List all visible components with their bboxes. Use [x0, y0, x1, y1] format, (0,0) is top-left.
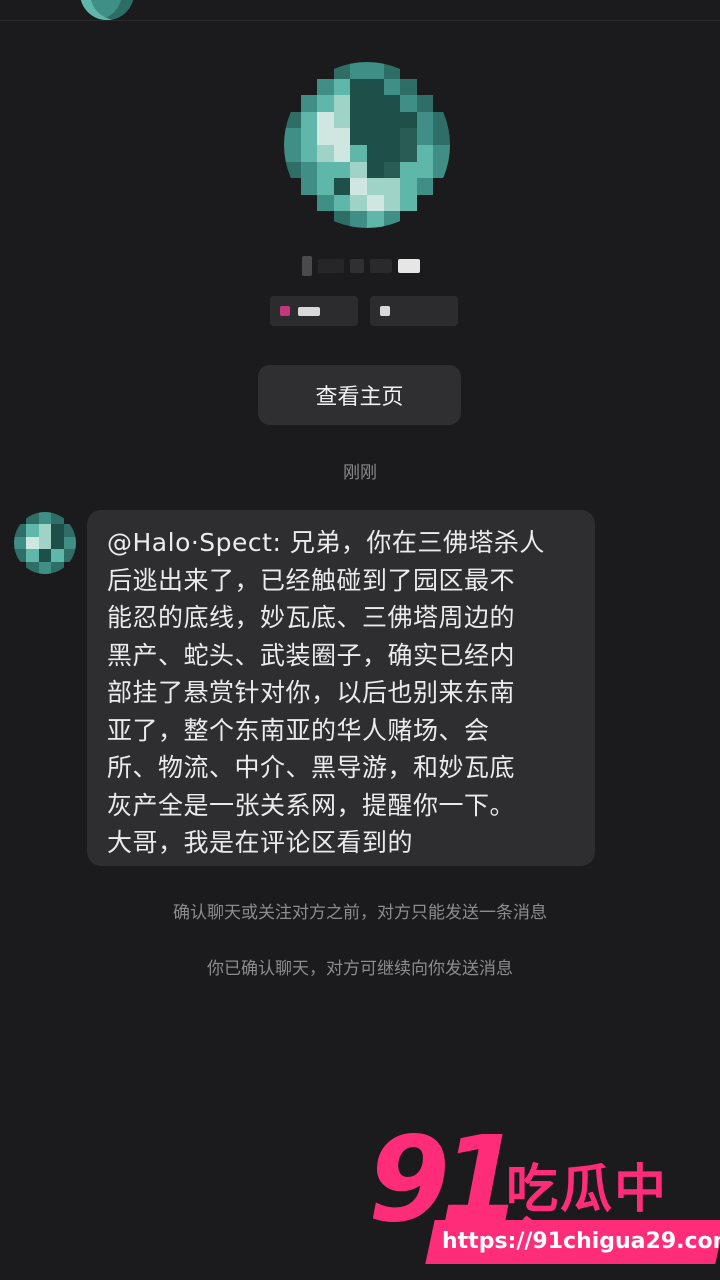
profile-avatar[interactable]	[284, 62, 450, 228]
tag-badge	[270, 296, 358, 326]
badge-dot-icon	[280, 306, 290, 316]
notice-confirm-before: 确认聊天或关注对方之前，对方只能发送一条消息	[173, 903, 547, 923]
blurred-tags	[270, 296, 458, 326]
message-bubble[interactable]: @Halo·Spect: 兄弟，你在三佛塔杀人 后逃出来了，已经触碰到了园区最不能…	[87, 510, 595, 866]
message-timestamp: 刚刚	[343, 463, 377, 483]
watermark-url: https://91chigua29.com	[425, 1220, 720, 1264]
message-line: 灰产全是一张关系网，提醒你一下。	[107, 790, 516, 820]
message-line: 能忍的底线，妙瓦底、三佛塔周边的	[107, 603, 516, 632]
message-line: 大哥，我是在评论区看到的	[107, 828, 414, 857]
watermark-logo: 91 吃瓜中心 https://91chigua29.com	[366, 1120, 720, 1280]
top-divider	[0, 20, 720, 21]
sender-avatar[interactable]	[14, 512, 76, 574]
message-line: 后逃出来了，已经触碰到了园区最不	[107, 565, 516, 595]
watermark-url-text: https://91chigua29.com	[442, 1229, 720, 1254]
blurred-username	[302, 254, 434, 278]
message-line: @Halo·Spect: 兄弟，你在三佛塔杀人	[107, 528, 545, 557]
message-line: 部挂了悬赏针对你，以后也别来东南	[107, 678, 516, 707]
message-line: 亚了，整个东南亚的华人赌场、会	[107, 715, 490, 745]
message-line: 所、物流、中介、黑导游，和妙瓦底	[107, 753, 516, 782]
previous-avatar-icon	[80, 0, 134, 20]
message-line: 黑产、蛇头、武装圈子，确实已经内	[107, 640, 516, 670]
notice-confirmed: 你已确认聊天，对方可继续向你发送消息	[207, 959, 513, 979]
view-profile-button[interactable]: 查看主页	[258, 365, 461, 425]
tag-badge	[370, 296, 458, 326]
